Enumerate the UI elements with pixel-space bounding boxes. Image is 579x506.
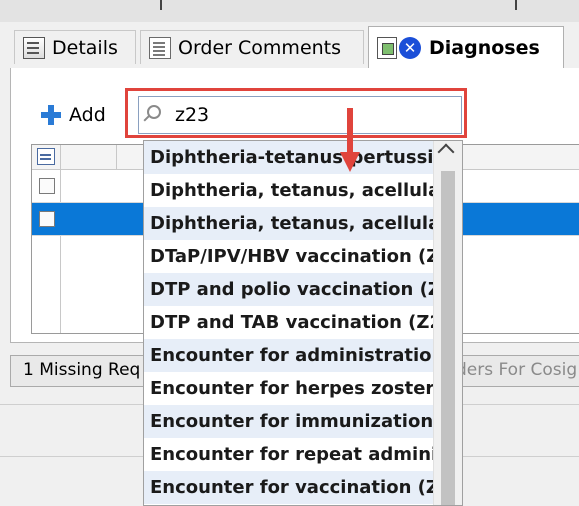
tab-bar: Details Order Comments ✕ Diagnoses xyxy=(0,22,579,68)
missing-required-status[interactable]: 1 Missing Req xyxy=(23,360,140,380)
list-item[interactable]: Encounter for administration xyxy=(144,339,434,372)
tab-label: Diagnoses xyxy=(429,36,540,59)
dropdown-scrollbar[interactable] xyxy=(433,141,462,505)
tab-label: Details xyxy=(52,36,118,59)
list-item[interactable]: Diphtheria, tetanus, acellular xyxy=(144,207,434,240)
search-value: z23 xyxy=(175,104,210,126)
add-button[interactable]: Add xyxy=(41,102,106,128)
diagnosis-search-input[interactable]: z23 xyxy=(138,96,462,134)
diagnoses-icon xyxy=(377,36,397,59)
comments-icon xyxy=(149,36,171,59)
details-icon xyxy=(23,36,45,59)
tab-diagnoses[interactable]: ✕ Diagnoses xyxy=(368,26,564,68)
list-item[interactable]: Encounter for immunization xyxy=(144,405,434,438)
orders-for-cosign-status[interactable]: ders For Cosig xyxy=(456,360,577,380)
scroll-thumb[interactable] xyxy=(441,171,455,505)
chevron-up-icon[interactable] xyxy=(437,143,455,161)
search-icon xyxy=(147,105,161,119)
column-divider xyxy=(116,145,117,169)
plus-icon xyxy=(41,105,61,125)
search-results-dropdown[interactable]: Diphtheria-tetanus-pertussis Diphtheria,… xyxy=(143,140,463,506)
list-item[interactable]: Encounter for repeat adminis xyxy=(144,438,434,471)
list-item[interactable]: Diphtheria, tetanus, acellular xyxy=(144,174,434,207)
close-icon[interactable]: ✕ xyxy=(399,36,421,59)
row-checkbox[interactable] xyxy=(39,211,55,227)
tab-label: Order Comments xyxy=(178,36,342,59)
divider xyxy=(515,0,517,10)
list-item[interactable]: DTP and polio vaccination (Z2 xyxy=(144,273,434,306)
top-strip xyxy=(0,0,579,22)
tab-details[interactable]: Details xyxy=(14,30,136,64)
add-label: Add xyxy=(69,104,106,126)
list-item[interactable]: Encounter for herpes zoster xyxy=(144,372,434,405)
divider xyxy=(160,0,162,10)
list-item[interactable]: Encounter for vaccination (Z2 xyxy=(144,471,434,504)
list-item[interactable]: DTP and TAB vaccination (Z2 xyxy=(144,306,434,339)
tab-order-comments[interactable]: Order Comments xyxy=(140,30,364,64)
list-item[interactable]: Diphtheria-tetanus-pertussis xyxy=(144,141,434,174)
row-checkbox[interactable] xyxy=(39,178,55,194)
list-item[interactable]: DTaP/IPV/HBV vaccination (Z xyxy=(144,240,434,273)
